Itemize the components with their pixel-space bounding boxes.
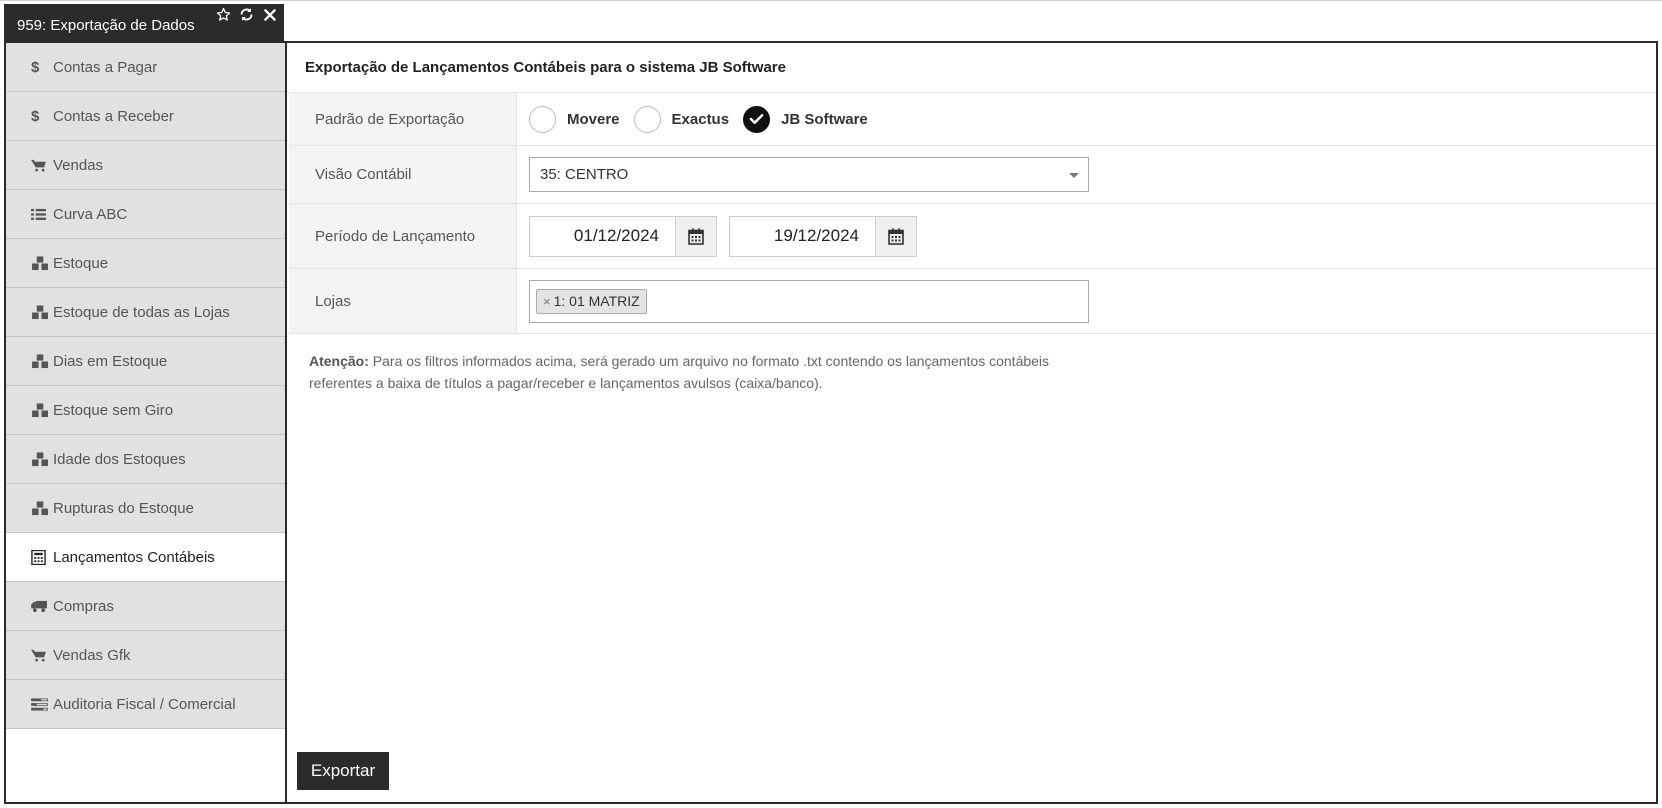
sidebar-item-dias-em-estoque[interactable]: Dias em Estoque [6, 337, 285, 386]
tag-label: 1: 01 MATRIZ [553, 293, 640, 309]
sidebar-item-vendas[interactable]: Vendas [6, 141, 285, 190]
check-icon [743, 105, 771, 133]
sidebar-item-estoque[interactable]: Estoque [6, 239, 285, 288]
radio-label: Exactus [671, 110, 730, 128]
top-divider [0, 0, 1662, 1]
radio-jb-software[interactable]: JB Software [743, 105, 868, 133]
lojas-label: Lojas [289, 269, 517, 333]
cubes-icon [31, 402, 51, 418]
list-icon [31, 208, 51, 221]
padrao-options: Movere Exactus JB Software [517, 93, 1656, 145]
dollar-icon: $ [31, 107, 40, 125]
cubes-icon [31, 451, 51, 467]
cubes-icon [31, 500, 51, 516]
padrao-label: Padrão de Exportação [289, 93, 517, 145]
window-tab[interactable]: 959: Exportação de Dados [4, 4, 284, 42]
sidebar-item-contas-a-receber[interactable]: $ Contas a Receber [6, 92, 285, 141]
sidebar-item-idade-dos-estoques[interactable]: Idade dos Estoques [6, 435, 285, 484]
lojas-multiselect[interactable]: × 1: 01 MATRIZ [529, 279, 1089, 323]
sidebar-item-vendas-gfk[interactable]: Vendas Gfk [6, 631, 285, 680]
tasks-icon [31, 697, 51, 711]
row-visao-contabil: Visão Contábil 35: CENTRO [289, 146, 1656, 204]
sidebar-item-label: Contas a Receber [53, 107, 174, 125]
periodo-label: Período de Lançamento [289, 204, 517, 268]
periodo-field [517, 204, 1656, 268]
sidebar-item-lancamentos-contabeis[interactable]: Lançamentos Contábeis [6, 533, 285, 582]
sidebar-item-label: Auditoria Fiscal / Comercial [53, 695, 236, 713]
sidebar-item-rupturas-do-estoque[interactable]: Rupturas do Estoque [6, 484, 285, 533]
sidebar-item-label: Lançamentos Contábeis [53, 548, 215, 566]
window-frame: $ Contas a Pagar $ Contas a Receber Vend… [4, 41, 1658, 804]
sidebar-item-label: Dias em Estoque [53, 352, 168, 370]
notice-body: Para os filtros informados acima, será g… [309, 353, 1050, 391]
sidebar-item-label: Curva ABC [53, 205, 128, 223]
visao-selected-value: 35: CENTRO [540, 166, 629, 183]
visao-select[interactable]: 35: CENTRO [529, 157, 1089, 192]
sidebar-item-label: Estoque sem Giro [53, 401, 174, 419]
calculator-icon [31, 549, 51, 565]
dollar-icon: $ [31, 58, 40, 76]
end-date-group [729, 215, 917, 257]
radio-movere[interactable]: Movere [529, 105, 620, 133]
cubes-icon [31, 255, 51, 271]
radio-label: JB Software [781, 110, 868, 128]
start-date-input[interactable] [529, 215, 675, 257]
calendar-icon[interactable] [675, 215, 717, 257]
sidebar-item-label: Vendas [53, 156, 104, 174]
sidebar-item-label: Estoque de todas as Lojas [53, 303, 230, 321]
tag-remove-icon[interactable]: × [543, 294, 551, 309]
radio-label: Movere [567, 110, 620, 128]
refresh-icon[interactable] [238, 6, 255, 23]
sidebar-item-label: Contas a Pagar [53, 58, 158, 76]
export-button[interactable]: Exportar [297, 752, 389, 790]
sidebar-item-estoque-todas-lojas[interactable]: Estoque de todas as Lojas [6, 288, 285, 337]
close-icon[interactable] [261, 6, 278, 23]
sidebar-item-label: Vendas Gfk [53, 646, 131, 664]
end-date-input[interactable] [729, 215, 875, 257]
radio-unchecked-icon [529, 105, 556, 133]
truck-icon [31, 600, 51, 613]
star-icon[interactable] [215, 6, 232, 23]
caret-down-icon [1069, 173, 1079, 178]
sidebar-item-contas-a-pagar[interactable]: $ Contas a Pagar [6, 43, 285, 92]
radio-exactus[interactable]: Exactus [633, 105, 730, 133]
main-panel: Exportação de Lançamentos Contábeis para… [289, 43, 1656, 802]
sidebar-item-estoque-sem-giro[interactable]: Estoque sem Giro [6, 386, 285, 435]
notice-text: Atenção: Para os filtros informados acim… [309, 350, 1069, 394]
notice-strong: Atenção: [309, 353, 369, 369]
lojas-field: × 1: 01 MATRIZ [517, 269, 1656, 333]
sidebar-item-compras[interactable]: Compras [6, 582, 285, 631]
sidebar-item-label: Rupturas do Estoque [53, 499, 194, 517]
page-title: Exportação de Lançamentos Contábeis para… [289, 43, 1656, 93]
sidebar-item-label: Idade dos Estoques [53, 450, 186, 468]
sidebar-item-label: Estoque [53, 254, 109, 272]
row-padrao-exportacao: Padrão de Exportação Movere Exactus JB S… [289, 93, 1656, 146]
visao-label: Visão Contábil [289, 146, 517, 203]
row-periodo: Período de Lançamento [289, 204, 1656, 269]
sidebar-item-curva-abc[interactable]: Curva ABC [6, 190, 285, 239]
visao-field: 35: CENTRO [517, 146, 1656, 203]
sidebar-item-label: Compras [53, 597, 114, 615]
sidebar-item-auditoria-fiscal[interactable]: Auditoria Fiscal / Comercial [6, 680, 285, 729]
tab-actions [215, 6, 278, 23]
tag-chip-matriz: × 1: 01 MATRIZ [536, 288, 647, 314]
row-lojas: Lojas × 1: 01 MATRIZ [289, 269, 1656, 334]
cubes-icon [31, 304, 51, 320]
cart-icon [31, 159, 51, 172]
window-title: 959: Exportação de Dados [17, 17, 195, 34]
start-date-group [529, 215, 717, 257]
calendar-icon[interactable] [875, 215, 917, 257]
sidebar: $ Contas a Pagar $ Contas a Receber Vend… [6, 43, 287, 802]
cart-icon [31, 649, 51, 662]
cubes-icon [31, 353, 51, 369]
radio-unchecked-icon [633, 105, 661, 133]
